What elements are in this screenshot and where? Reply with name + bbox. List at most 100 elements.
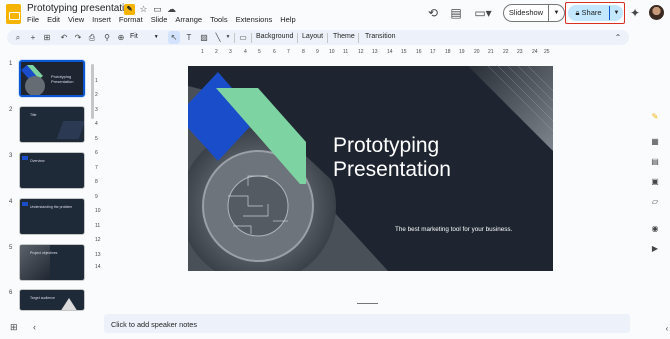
slide-thumbnail-6[interactable]: Target audience — [19, 289, 85, 311]
document-title[interactable]: Prototyping presentation — [27, 3, 135, 14]
slide-title[interactable]: Prototyping Presentation — [333, 134, 451, 182]
ruler-tick-label: 21 — [488, 49, 494, 55]
ruler-tick-label: 16 — [416, 49, 422, 55]
transition-button[interactable]: Transition — [365, 33, 395, 40]
theme-button[interactable]: Theme — [333, 33, 355, 40]
menu-edit[interactable]: Edit — [47, 15, 60, 24]
ruler-tick-label: 11 — [95, 223, 101, 229]
slide-number: 4 — [9, 199, 13, 205]
line-dropdown-icon[interactable]: ▼ — [224, 31, 232, 44]
notes-resize-handle[interactable] — [357, 303, 378, 304]
ruler-tick-label: 14 — [95, 264, 101, 270]
new-slide-layout-icon[interactable]: ⊞ — [41, 31, 53, 44]
zoom-select[interactable]: Fit ▼ — [130, 33, 159, 40]
print-icon[interactable]: ⎙ — [86, 31, 98, 44]
star-icon[interactable]: ☆ — [138, 4, 149, 15]
slide-thumbnail-1[interactable]: Prototyping Presentation — [19, 60, 85, 97]
slide-thumbnail-5[interactable]: Project objectives — [19, 244, 85, 281]
paint-format-icon[interactable]: ⚲ — [101, 31, 113, 44]
version-history-icon[interactable]: ⟲ — [426, 6, 440, 20]
vertical-ruler[interactable]: 1 2 3 4 5 6 7 8 9 10 11 12 13 14 — [95, 66, 104, 271]
slide-thumbnail-3[interactable]: Overview — [19, 152, 85, 189]
ruler-tick-label: 20 — [474, 49, 480, 55]
cloud-status-icon[interactable]: ☁ — [166, 4, 177, 15]
zoom-dropdown-icon: ▼ — [153, 34, 159, 40]
thumbnail-art — [60, 298, 78, 310]
ruler-tick-label: 25 — [544, 49, 550, 55]
ruler-tick-label: 11 — [343, 49, 349, 55]
menu-tools[interactable]: Tools — [210, 15, 228, 24]
slides-logo-icon[interactable] — [6, 4, 21, 24]
thumbnail-art — [56, 121, 84, 139]
layout-button[interactable]: Layout — [302, 33, 323, 40]
side-panel-expand-icon[interactable]: ‹ — [662, 324, 670, 334]
ruler-tick-label: 6 — [273, 49, 276, 55]
menu-insert[interactable]: Insert — [92, 15, 111, 24]
slideshow-dropdown-icon[interactable]: ▼ — [549, 10, 564, 16]
search-menus-icon[interactable]: ⌕ — [12, 31, 24, 44]
thumbnail-text: Understanding the problem — [30, 205, 73, 209]
tasks-icon[interactable]: ▤ — [650, 157, 660, 167]
menu-view[interactable]: View — [68, 15, 84, 24]
drive-icon[interactable]: ▱ — [650, 197, 660, 207]
horizontal-ruler[interactable]: 1 2 3 4 5 6 7 8 9 10 11 12 13 14 15 16 1… — [188, 49, 553, 58]
toolbar-divider — [297, 33, 298, 43]
slideshow-button[interactable]: Slideshow ▼ — [503, 4, 565, 22]
menu-slide[interactable]: Slide — [151, 15, 168, 24]
keep-icon[interactable]: ✎ — [650, 112, 660, 122]
ruler-tick-label: 10 — [95, 208, 101, 214]
ruler-tick-label: 18 — [445, 49, 451, 55]
record-icon[interactable]: ◉ — [650, 224, 660, 234]
ruler-tick-label: 5 — [95, 136, 98, 142]
share-button[interactable]: 🔒︎ Share ▼ — [568, 5, 623, 21]
ruler-tick-label: 8 — [95, 179, 98, 185]
collapse-toolbar-icon[interactable]: ⌃ — [612, 31, 624, 44]
menu-arrange[interactable]: Arrange — [175, 15, 202, 24]
ruler-tick-label: 24 — [532, 49, 538, 55]
move-folder-icon[interactable]: ▭ — [152, 4, 163, 15]
add-comment-icon[interactable]: ▭ — [237, 31, 249, 44]
slide-thumbnail-4[interactable]: Understanding the problem — [19, 198, 85, 235]
gemini-sparkle-icon[interactable]: ✦ — [628, 6, 642, 20]
redo-icon[interactable]: ↷ — [72, 31, 84, 44]
share-label: Share — [581, 8, 602, 17]
menu-format[interactable]: Format — [119, 15, 143, 24]
speaker-notes-placeholder[interactable]: Click to add speaker notes — [111, 320, 197, 329]
menu-help[interactable]: Help — [280, 15, 295, 24]
toolbar-divider — [234, 33, 235, 43]
ruler-tick-label: 12 — [95, 237, 101, 243]
slide-canvas[interactable]: Prototyping Presentation The best market… — [188, 66, 553, 271]
image-icon[interactable]: ▨ — [198, 31, 210, 44]
new-slide-icon[interactable]: + — [27, 31, 39, 44]
slide-thumbnail-2[interactable]: Title — [19, 106, 85, 143]
meet-call-icon[interactable]: ▭▾ — [473, 6, 493, 20]
zoom-icon[interactable]: ⊕ — [115, 31, 127, 44]
line-icon[interactable]: ╲ — [212, 31, 224, 44]
comments-icon[interactable]: ▤ — [449, 6, 463, 20]
thumbnail-text: Title — [30, 113, 37, 117]
ruler-tick-label: 2 — [95, 92, 98, 98]
filmstrip-scrollbar[interactable] — [91, 64, 94, 119]
slide-subtitle[interactable]: The best marketing tool for your busines… — [395, 226, 512, 233]
slide-number: 6 — [9, 290, 13, 296]
extension-badge-icon[interactable]: ✎ — [124, 4, 135, 15]
grid-view-icon[interactable]: ⊞ — [10, 322, 18, 333]
collapse-filmstrip-icon[interactable]: ‹ — [33, 322, 36, 332]
menu-file[interactable]: File — [27, 15, 39, 24]
background-button[interactable]: Background — [256, 33, 293, 40]
menu-extensions[interactable]: Extensions — [236, 15, 273, 24]
undo-icon[interactable]: ↶ — [58, 31, 70, 44]
thumbnail-accent — [22, 156, 28, 160]
thumbnail-text: Prototyping Presentation — [51, 74, 74, 84]
contacts-icon[interactable]: ▣ — [650, 177, 660, 187]
ruler-tick-label: 3 — [95, 107, 98, 113]
ruler-tick-label: 1 — [201, 49, 204, 55]
avatar[interactable] — [649, 5, 664, 20]
select-cursor-icon[interactable]: ↖ — [168, 31, 180, 44]
ruler-tick-label: 8 — [302, 49, 305, 55]
slide-number: 2 — [9, 107, 13, 113]
share-dropdown-icon[interactable]: ▼ — [610, 10, 623, 16]
text-box-icon[interactable]: T — [183, 31, 195, 44]
calendar-icon[interactable]: ▦ — [650, 137, 660, 147]
video-icon[interactable]: ▶ — [650, 244, 660, 254]
